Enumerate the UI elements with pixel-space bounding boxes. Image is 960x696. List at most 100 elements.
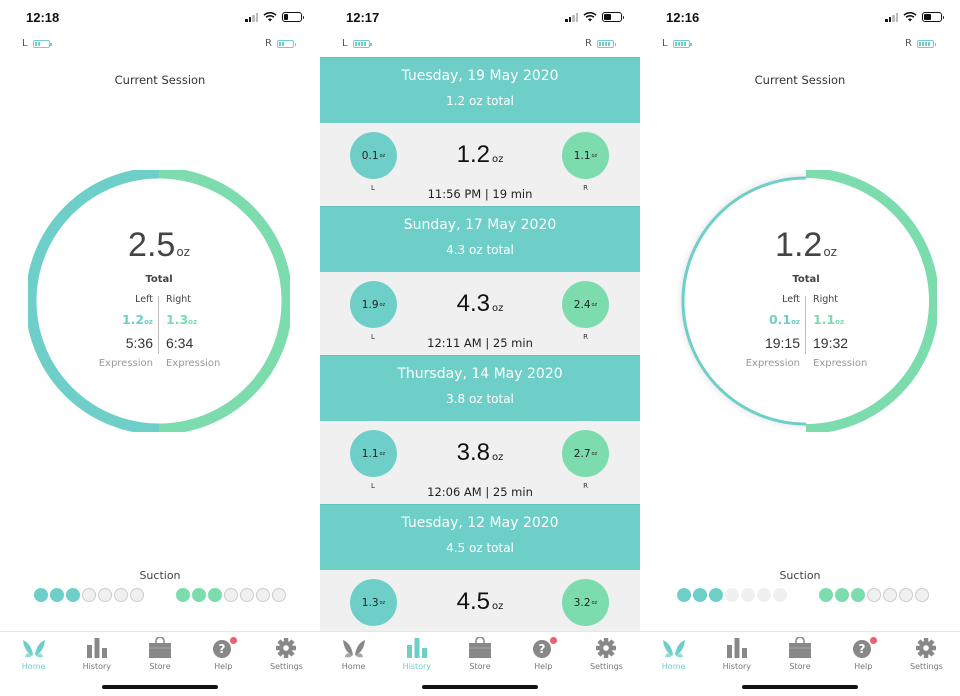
tab-settings[interactable]: Settings: [895, 632, 958, 696]
left-pump-battery: L: [662, 38, 692, 49]
suction-dot[interactable]: [272, 588, 286, 602]
suction-dot[interactable]: [50, 588, 64, 602]
left-pump-battery: L: [22, 38, 52, 49]
status-bar: 12:17: [320, 0, 640, 34]
notification-badge: [869, 637, 877, 644]
day-date: Sunday, 17 May 2020: [403, 217, 557, 233]
status-bar: 12:16: [640, 0, 960, 34]
right-label: R: [583, 333, 588, 341]
day-date: Tuesday, 19 May 2020: [401, 68, 559, 84]
suction-dot[interactable]: [709, 588, 723, 602]
suction-dot[interactable]: [192, 588, 206, 602]
butterfly-icon: [322, 637, 385, 659]
day-total: 4.5 oz total: [446, 541, 514, 555]
svg-text:?: ?: [539, 642, 546, 656]
right-suction-level[interactable]: [176, 588, 286, 602]
page-title: Current Session: [114, 73, 206, 87]
left-mode: Expression: [745, 358, 800, 369]
suction-dot[interactable]: [208, 588, 222, 602]
help-icon: ?: [832, 637, 895, 659]
tab-label: Store: [469, 662, 491, 671]
suction-dot[interactable]: [98, 588, 112, 602]
tab-home[interactable]: Home: [2, 632, 65, 696]
day-total: 4.3 oz total: [446, 243, 514, 257]
session-total: 1.2oz: [775, 226, 837, 264]
status-time: 12:17: [346, 10, 380, 25]
suction-dot[interactable]: [256, 588, 270, 602]
suction-dot[interactable]: [819, 588, 833, 602]
day-date: Thursday, 14 May 2020: [397, 366, 563, 382]
right-duration: 19:32: [813, 335, 849, 351]
divider: [805, 296, 806, 354]
suction-dot[interactable]: [693, 588, 707, 602]
suction-dot[interactable]: [240, 588, 254, 602]
phone-screen-current-session-2: 12:16 L R Current Session 1.2oz Total Le…: [640, 0, 960, 696]
session-row[interactable]: 0.1 oz L 1.2 oz 11:56 PM | 19 min 1.1 oz R: [320, 123, 640, 206]
gear-icon: [575, 637, 638, 659]
suction-dot[interactable]: [224, 588, 238, 602]
pump-battery-icon: [917, 39, 936, 48]
battery-icon: [922, 12, 944, 22]
suction-dot[interactable]: [130, 588, 144, 602]
right-label: R: [583, 482, 588, 490]
day-total: 1.2 oz total: [446, 94, 514, 108]
suction-dot[interactable]: [915, 588, 929, 602]
suction-dot[interactable]: [773, 588, 787, 602]
notification-badge: [549, 637, 557, 644]
tab-label: Home: [661, 662, 686, 671]
suction-dot[interactable]: [677, 588, 691, 602]
session-row[interactable]: 1.1 oz L 3.8 oz 12:06 AM | 25 min 2.7 oz R: [320, 421, 640, 504]
suction-dot[interactable]: [725, 588, 739, 602]
tab-settings[interactable]: Settings: [575, 632, 638, 696]
wifi-icon: [583, 12, 597, 22]
suction-dot[interactable]: [176, 588, 190, 602]
right-stats: Right 1.3oz 6:34 Expression: [166, 292, 276, 374]
total-label: Total: [792, 274, 820, 285]
day-header: Tuesday, 12 May 2020 4.5 oz total: [320, 504, 640, 570]
tab-label: Home: [341, 662, 366, 671]
session-row[interactable]: 1.3oz L 4.5oz 3.2oz R: [320, 570, 640, 631]
home-indicator: [422, 685, 538, 689]
tab-label: Store: [149, 662, 171, 671]
bar-chart-icon: [65, 637, 128, 659]
session-row[interactable]: 1.9 oz L 4.3 oz 12:11 AM | 25 min 2.4 oz R: [320, 272, 640, 355]
tab-label: History: [82, 662, 112, 671]
tab-home[interactable]: Home: [642, 632, 705, 696]
tab-label: Help: [534, 662, 553, 671]
suction-dot[interactable]: [757, 588, 771, 602]
left-suction-level[interactable]: [677, 588, 787, 602]
history-list[interactable]: Tuesday, 19 May 2020 1.2 oz total 0.1 oz L…: [320, 57, 640, 631]
right-duration: 6:34: [166, 335, 194, 351]
home-indicator: [102, 685, 218, 689]
left-suction-level[interactable]: [34, 588, 144, 602]
status-time: 12:16: [666, 10, 700, 25]
suction-dot[interactable]: [741, 588, 755, 602]
suction-dot[interactable]: [867, 588, 881, 602]
tab-label: Store: [789, 662, 811, 671]
suction-dot[interactable]: [835, 588, 849, 602]
battery-icon: [282, 12, 304, 22]
session-ring: 2.5oz Total Left 1.2oz 5:36 Expression R…: [28, 170, 290, 432]
right-label: R: [583, 184, 588, 192]
right-suction-level[interactable]: [819, 588, 929, 602]
suction-dot[interactable]: [114, 588, 128, 602]
suction-dot[interactable]: [883, 588, 897, 602]
total-label: Total: [145, 274, 173, 285]
suction-dot[interactable]: [82, 588, 96, 602]
tab-home[interactable]: Home: [322, 632, 385, 696]
session-ring: 1.2oz Total Left 0.1oz 19:15 Expression …: [675, 170, 937, 432]
pump-battery-icon: [32, 39, 52, 48]
left-volume: 1.2: [121, 312, 145, 327]
battery-icon: [602, 12, 624, 22]
right-pump-battery: R: [265, 38, 296, 49]
suction-dot[interactable]: [851, 588, 865, 602]
notification-badge: [229, 637, 237, 644]
cellular-signal-icon: [565, 12, 578, 22]
butterfly-icon: [2, 637, 65, 659]
suction-dot[interactable]: [899, 588, 913, 602]
tab-settings[interactable]: Settings: [255, 632, 318, 696]
status-bar: 12:18: [0, 0, 320, 34]
cellular-signal-icon: [245, 12, 258, 22]
suction-dot[interactable]: [34, 588, 48, 602]
suction-dot[interactable]: [66, 588, 80, 602]
